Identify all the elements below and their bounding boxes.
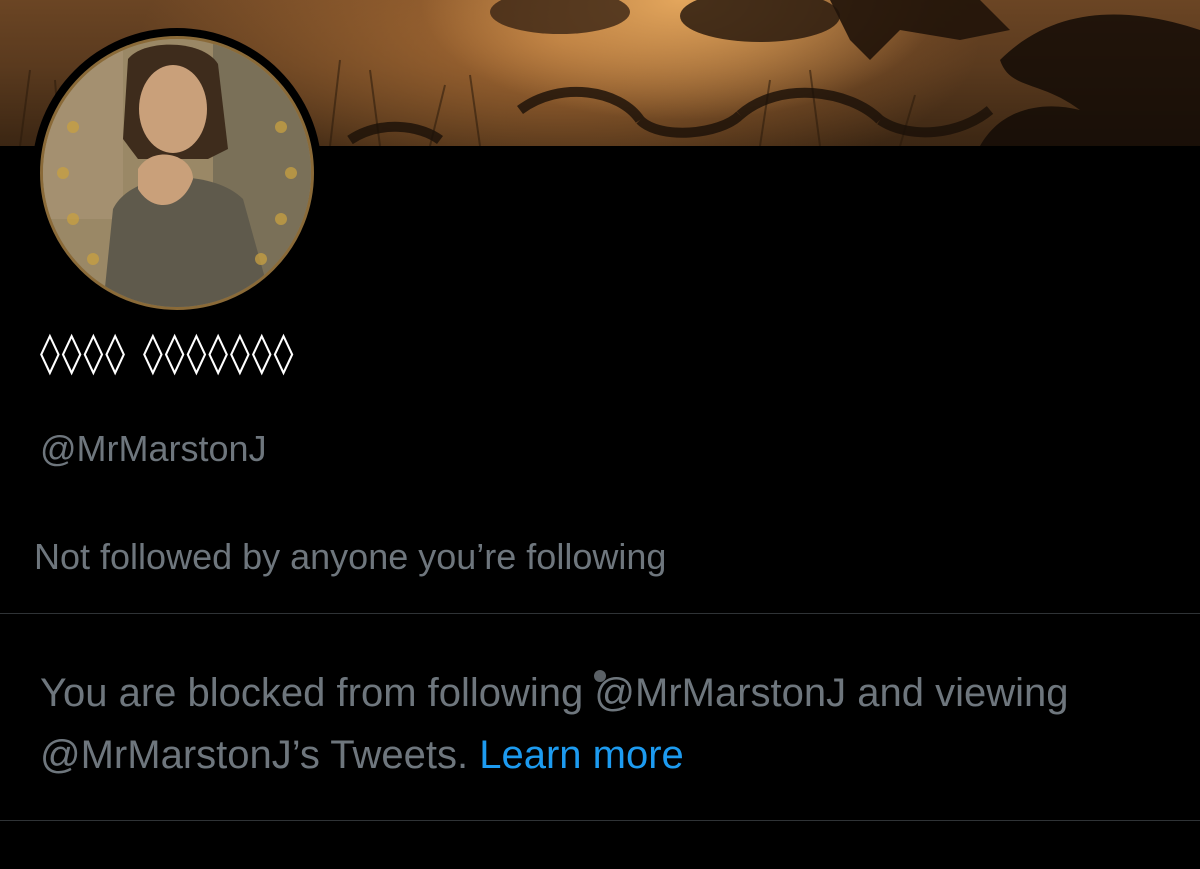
avatar-photo <box>40 36 314 310</box>
divider <box>0 613 1200 614</box>
touch-indicator <box>594 670 606 682</box>
profile-avatar[interactable] <box>32 28 322 318</box>
learn-more-link[interactable]: Learn more <box>479 733 684 777</box>
display-name: ◊◊◊◊ ◊◊◊◊◊◊◊ <box>40 330 296 376</box>
social-context-text: Not followed by anyone you’re following <box>34 536 667 577</box>
profile-handle: @MrMarstonJ <box>40 428 267 469</box>
avatar-illustration <box>43 39 311 307</box>
blocked-notice: You are blocked from following @MrMarsto… <box>40 662 1150 786</box>
divider <box>0 820 1200 821</box>
